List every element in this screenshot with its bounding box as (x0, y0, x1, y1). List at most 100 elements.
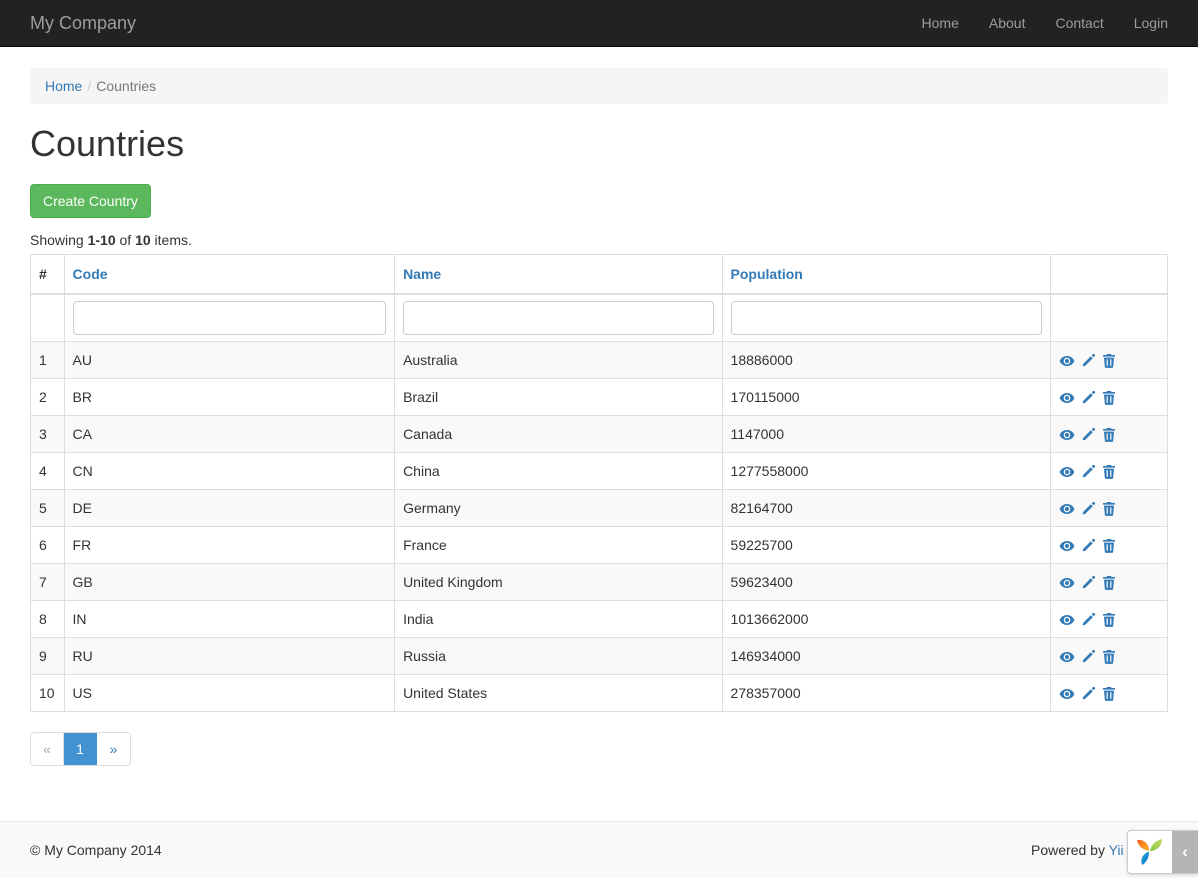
pagination-prev[interactable]: « (31, 733, 64, 765)
cell-actions (1051, 600, 1168, 637)
table-row: 3CACanada1147000 (31, 415, 1168, 452)
cell-name: France (395, 526, 722, 563)
trash-icon[interactable] (1101, 390, 1117, 406)
cell-name: Germany (395, 489, 722, 526)
pencil-icon[interactable] (1080, 649, 1096, 665)
column-header-population[interactable]: Population (722, 254, 1050, 294)
trash-icon[interactable] (1101, 464, 1117, 480)
table-row: 8INIndia1013662000 (31, 600, 1168, 637)
cell-actions (1051, 415, 1168, 452)
navbar-brand[interactable]: My Company (15, 0, 151, 46)
sort-link-name[interactable]: Name (403, 266, 441, 282)
pagination-next[interactable]: » (97, 733, 130, 765)
cell-population: 59623400 (722, 563, 1050, 600)
sort-link-code[interactable]: Code (73, 266, 108, 282)
filter-input-code[interactable] (73, 301, 387, 335)
breadcrumb-link-home[interactable]: Home (45, 78, 82, 94)
eye-icon[interactable] (1059, 686, 1075, 702)
summary-total: 10 (135, 232, 151, 248)
pagination-page-1-link[interactable]: 1 (64, 733, 97, 765)
countries-grid: # Code Name Population (30, 254, 1168, 712)
cell-actions (1051, 674, 1168, 711)
pencil-icon[interactable] (1080, 686, 1096, 702)
nav-item-login[interactable]: Login (1119, 0, 1183, 46)
pencil-icon[interactable] (1080, 612, 1096, 628)
pencil-icon[interactable] (1080, 353, 1096, 369)
trash-icon[interactable] (1101, 353, 1117, 369)
cell-code: IN (64, 600, 395, 637)
filter-cell-code (64, 294, 395, 342)
footer-copyright: © My Company 2014 (30, 840, 162, 860)
content-container: Home / Countries Countries Create Countr… (15, 68, 1183, 766)
trash-icon[interactable] (1101, 427, 1117, 443)
column-header-name[interactable]: Name (395, 254, 722, 294)
column-header-code[interactable]: Code (64, 254, 395, 294)
trash-icon[interactable] (1101, 686, 1117, 702)
footer-powered-prefix: Powered by (1031, 842, 1109, 858)
cell-actions (1051, 526, 1168, 563)
cell-name: Canada (395, 415, 722, 452)
trash-icon[interactable] (1101, 538, 1117, 554)
cell-code: US (64, 674, 395, 711)
nav-link-login[interactable]: Login (1119, 0, 1183, 46)
cell-population: 59225700 (722, 526, 1050, 563)
breadcrumb: Home / Countries (30, 68, 1168, 104)
eye-icon[interactable] (1059, 538, 1075, 554)
nav-link-contact[interactable]: Contact (1040, 0, 1118, 46)
eye-icon[interactable] (1059, 612, 1075, 628)
create-country-button[interactable]: Create Country (30, 184, 151, 218)
cell-actions (1051, 563, 1168, 600)
pencil-icon[interactable] (1080, 501, 1096, 517)
pagination: « 1 » (30, 732, 131, 766)
trash-icon[interactable] (1101, 575, 1117, 591)
filter-input-name[interactable] (403, 301, 713, 335)
eye-icon[interactable] (1059, 427, 1075, 443)
grid-toolbar: Create Country (30, 184, 1168, 218)
eye-icon[interactable] (1059, 464, 1075, 480)
pencil-icon[interactable] (1080, 390, 1096, 406)
page-root: My Company Home About Contact Login Home… (0, 0, 1198, 878)
nav-item-home[interactable]: Home (907, 0, 974, 46)
sort-link-population[interactable]: Population (731, 266, 803, 282)
eye-icon[interactable] (1059, 390, 1075, 406)
filter-input-population[interactable] (731, 301, 1042, 335)
yii-badge-toggle[interactable]: ‹ (1172, 831, 1198, 873)
trash-icon[interactable] (1101, 649, 1117, 665)
cell-serial: 2 (31, 378, 65, 415)
pagination-prev-link[interactable]: « (31, 733, 64, 765)
trash-icon[interactable] (1101, 612, 1117, 628)
grid-filter-row (31, 294, 1168, 342)
cell-code: GB (64, 563, 395, 600)
nav-link-about[interactable]: About (974, 0, 1041, 46)
summary-suffix: items. (151, 232, 192, 248)
pagination-next-link[interactable]: » (97, 733, 130, 765)
breadcrumb-item-home[interactable]: Home (45, 76, 82, 96)
pencil-icon[interactable] (1080, 464, 1096, 480)
eye-icon[interactable] (1059, 353, 1075, 369)
yii-debug-badge[interactable]: ‹ (1127, 830, 1198, 874)
eye-icon[interactable] (1059, 649, 1075, 665)
cell-name: China (395, 452, 722, 489)
nav-item-contact[interactable]: Contact (1040, 0, 1118, 46)
cell-name: Russia (395, 637, 722, 674)
cell-serial: 1 (31, 341, 65, 378)
cell-serial: 10 (31, 674, 65, 711)
pencil-icon[interactable] (1080, 427, 1096, 443)
pencil-icon[interactable] (1080, 538, 1096, 554)
cell-name: Brazil (395, 378, 722, 415)
breadcrumb-item-current: Countries (96, 76, 156, 96)
pencil-icon[interactable] (1080, 575, 1096, 591)
pagination-page-1[interactable]: 1 (64, 733, 97, 765)
trash-icon[interactable] (1101, 501, 1117, 517)
table-row: 9RURussia146934000 (31, 637, 1168, 674)
eye-icon[interactable] (1059, 575, 1075, 591)
pagination-wrapper: « 1 » (30, 732, 1168, 766)
cell-code: AU (64, 341, 395, 378)
eye-icon[interactable] (1059, 501, 1075, 517)
nav-link-home[interactable]: Home (907, 0, 974, 46)
cell-actions (1051, 378, 1168, 415)
grid-header-row: # Code Name Population (31, 254, 1168, 294)
filter-cell-serial (31, 294, 65, 342)
nav-item-about[interactable]: About (974, 0, 1041, 46)
cell-serial: 8 (31, 600, 65, 637)
